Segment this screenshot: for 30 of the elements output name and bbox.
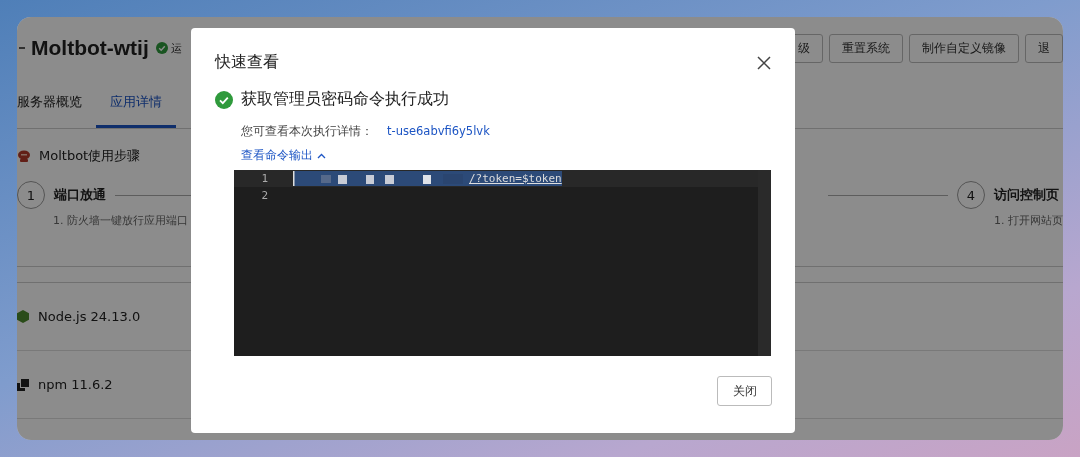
stacked-squares-icon <box>17 378 29 391</box>
line-number: 2 <box>260 189 269 202</box>
mascot-icon <box>17 149 31 163</box>
tab[interactable]: 服务器概览 <box>17 93 96 128</box>
check-circle-icon <box>215 90 233 109</box>
step-description: 1. 防火墙一键放行应用端口 <box>53 213 189 228</box>
close-button[interactable]: 关闭 <box>717 376 772 406</box>
hexagon-icon <box>17 310 29 323</box>
tab[interactable]: 应用详情 <box>96 93 176 128</box>
scrollbar[interactable] <box>758 170 771 356</box>
section-title: Moltbot使用步骤 <box>39 147 141 165</box>
action-button[interactable]: 退 <box>1025 33 1063 63</box>
page-title: Moltbot-wtij <box>31 36 149 60</box>
code-editor[interactable]: 1 /?token=$token 2 <box>234 170 771 356</box>
result-message: 获取管理员密码命令执行成功 <box>241 89 449 110</box>
step-title: 端口放通 <box>54 186 106 204</box>
package-name: Node.js 24.13.0 <box>38 309 141 324</box>
action-button[interactable]: 制作自定义镜像 <box>909 33 1019 63</box>
status-text: 运 <box>170 40 182 56</box>
line-number: 1 <box>260 172 269 185</box>
action-button[interactable]: 重置系统 <box>829 33 903 63</box>
chevron-up-icon <box>317 152 326 159</box>
close-icon[interactable] <box>757 55 771 70</box>
output-toggle[interactable]: 查看命令输出 <box>241 147 326 164</box>
step-title: 访问控制页 <box>994 186 1059 204</box>
execution-link[interactable]: t-use6abvfi6y5lvk <box>387 124 490 139</box>
package-name: npm 11.6.2 <box>38 377 113 392</box>
dialog-title: 快速查看 <box>215 52 279 73</box>
step-description: 1. 打开网站页 <box>994 213 1063 228</box>
detail-label: 您可查看本次执行详情： <box>241 124 373 139</box>
